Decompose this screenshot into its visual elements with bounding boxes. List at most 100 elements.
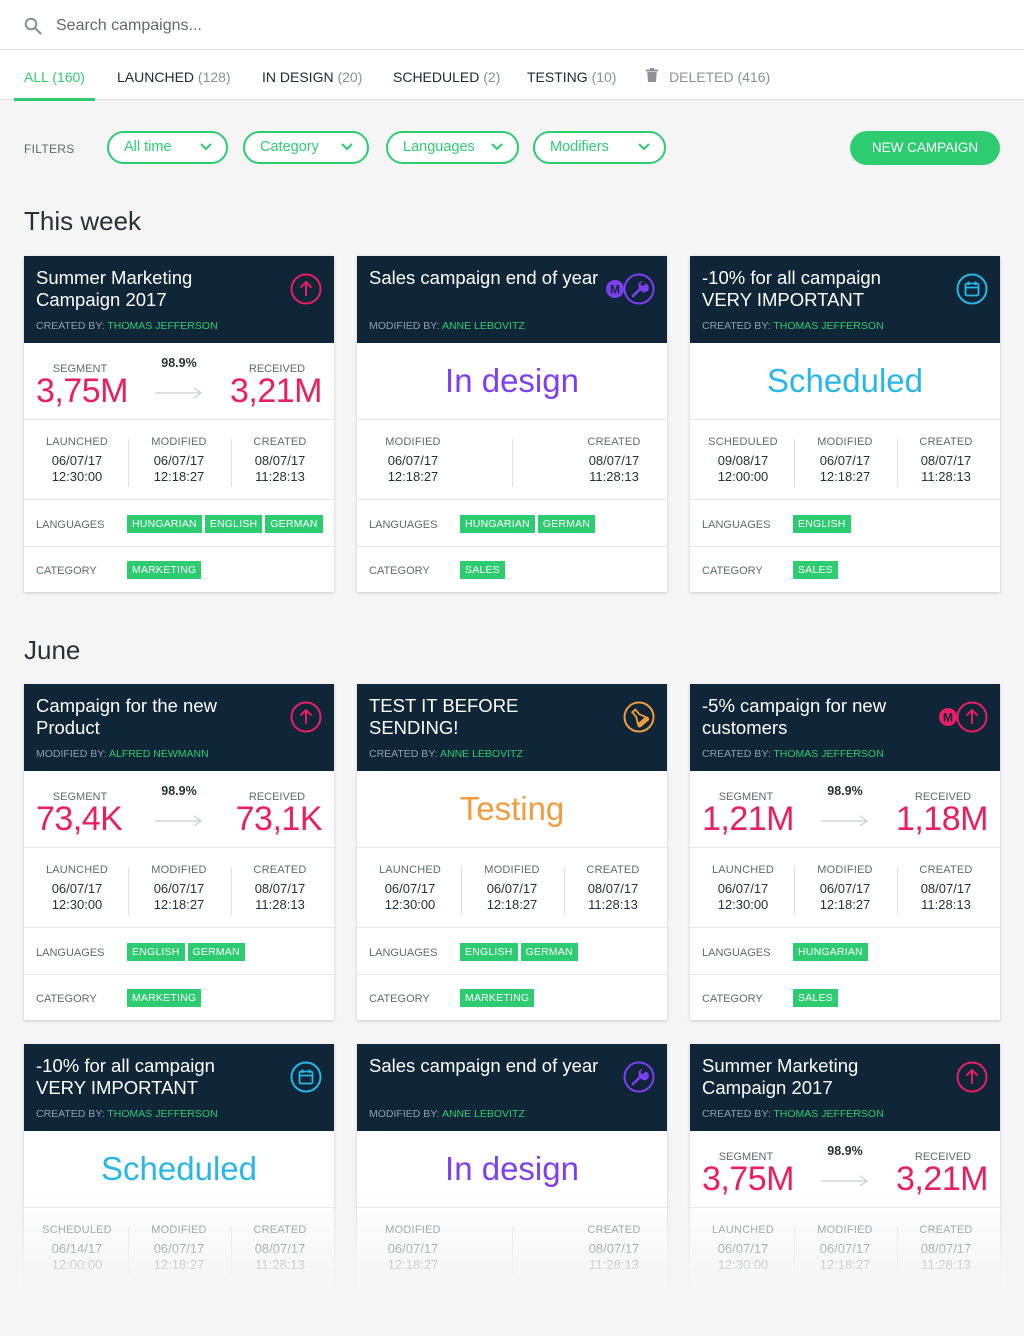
campaign-title[interactable]: Sales campaign end of year xyxy=(369,267,599,289)
calendar-icon[interactable] xyxy=(956,273,988,305)
category-label: CATEGORY xyxy=(36,993,97,1005)
wrench-icon[interactable] xyxy=(623,1061,655,1093)
tab-count: (416) xyxy=(737,69,771,85)
category-tag[interactable]: MARKETING xyxy=(460,989,535,1007)
meta-label: CREATED BY: xyxy=(36,1108,105,1120)
tab-launched[interactable]: LAUNCHED (128) xyxy=(117,50,231,100)
tab-testing[interactable]: TESTING (10) xyxy=(527,50,616,100)
language-tag[interactable]: GERMAN xyxy=(265,515,323,533)
divider xyxy=(24,499,334,500)
campaign-title[interactable]: -10% for all campaign VERY IMPORTANT xyxy=(36,1055,266,1099)
arrow-up-icon[interactable]: M xyxy=(938,701,988,733)
divider xyxy=(690,927,1000,928)
tab-scheduled[interactable]: SCHEDULED (2) xyxy=(393,50,500,100)
svg-text:M: M xyxy=(610,283,620,297)
date-value: 06/07/17 xyxy=(153,453,205,468)
search-input[interactable] xyxy=(56,13,656,39)
tab-all[interactable]: ALL (160) xyxy=(14,50,95,101)
category-tag[interactable]: SALES xyxy=(793,561,838,579)
card-header: -10% for all campaign VERY IMPORTANT CREA… xyxy=(690,256,1000,343)
arrow-up-icon[interactable] xyxy=(290,273,322,305)
category-tag[interactable]: MARKETING xyxy=(127,989,202,1007)
date-column: LAUNCHED 06/07/1712:30:00 xyxy=(27,864,127,913)
campaign-card[interactable]: -5% campaign for new customers CREATED BY… xyxy=(690,684,1000,1020)
language-tag[interactable]: ENGLISH xyxy=(460,943,518,961)
divider xyxy=(24,419,334,420)
card-meta: CREATED BY: THOMAS JEFFERSON xyxy=(702,320,884,332)
status-label: In design xyxy=(445,1150,579,1187)
author-name: THOMAS JEFFERSON xyxy=(773,320,884,332)
date-column: CREATED 08/07/1711:28:13 xyxy=(230,864,330,913)
card-header: -5% campaign for new customers CREATED BY… xyxy=(690,684,1000,771)
language-tag[interactable]: GERMAN xyxy=(187,943,245,961)
search-icon xyxy=(24,17,42,35)
filters-label: FILTERS xyxy=(24,142,75,156)
campaign-card[interactable]: Campaign for the new Product MODIFIED BY:… xyxy=(24,684,334,1020)
language-tag[interactable]: HUNGARIAN xyxy=(460,515,535,533)
date-value: 08/07/17 xyxy=(588,453,640,468)
language-tag[interactable]: GERMAN xyxy=(520,943,578,961)
campaign-title[interactable]: Campaign for the new Product xyxy=(36,695,266,739)
campaign-title[interactable]: TEST IT BEFORE SENDING! xyxy=(369,695,599,739)
date-label: CREATED xyxy=(919,436,973,448)
tab-count: (160) xyxy=(52,69,85,85)
languages-label: LANGUAGES xyxy=(369,519,438,531)
campaign-title[interactable]: Summer Marketing Campaign 2017 xyxy=(702,1055,932,1099)
campaign-title[interactable]: -5% campaign for new customers xyxy=(702,695,932,739)
card-header: Summer Marketing Campaign 2017 CREATED BY… xyxy=(690,1044,1000,1131)
language-tags: HUNGARIAN GERMAN xyxy=(460,514,598,533)
date-column: LAUNCHED 06/07/1712:30:00 xyxy=(27,436,127,485)
received-value: 3,21M xyxy=(230,372,323,410)
language-tag[interactable]: ENGLISH xyxy=(127,943,185,961)
language-tag[interactable]: ENGLISH xyxy=(204,515,263,533)
card-header: Sales campaign end of year MODIFIED BY: A… xyxy=(357,1044,667,1131)
filter-time[interactable]: All time xyxy=(107,131,228,164)
campaign-card[interactable]: -10% for all campaign VERY IMPORTANT CREA… xyxy=(690,256,1000,592)
category-tag[interactable]: MARKETING xyxy=(127,561,202,579)
author-name: ANNE LEBOVITZ xyxy=(441,320,525,332)
date-column: CREATED 08/07/1711:28:13 xyxy=(563,864,663,913)
filter-languages[interactable]: Languages xyxy=(386,131,519,164)
language-tag[interactable]: HUNGARIAN xyxy=(793,943,868,961)
language-tag[interactable]: GERMAN xyxy=(537,515,596,533)
campaign-title[interactable]: Summer Marketing Campaign 2017 xyxy=(36,267,266,311)
new-campaign-button[interactable]: NEW CAMPAIGN xyxy=(850,131,1000,165)
campaign-card[interactable]: Summer Marketing Campaign 2017 CREATED BY… xyxy=(24,256,334,592)
card-meta: MODIFIED BY: ALFRED NEWMANN xyxy=(36,748,209,760)
author-name: THOMAS JEFFERSON xyxy=(107,320,218,332)
time-value: 12:30:00 xyxy=(384,897,436,912)
delivery-rate: 98.9% xyxy=(827,1144,863,1158)
campaign-card[interactable]: Sales campaign end of year MODIFIED BY: A… xyxy=(357,256,667,592)
category-tag[interactable]: SALES xyxy=(793,989,838,1007)
arrow-up-icon[interactable] xyxy=(956,1061,988,1093)
tab-label: TESTING xyxy=(527,69,588,85)
divider xyxy=(357,847,667,848)
category-tag[interactable]: SALES xyxy=(460,561,505,579)
campaign-card[interactable]: TEST IT BEFORE SENDING! CREATED BY: ANNE … xyxy=(357,684,667,1020)
filter-modifiers[interactable]: Modifiers xyxy=(533,131,666,164)
date-value: 06/07/17 xyxy=(717,881,769,896)
arrow-right-icon xyxy=(155,387,203,399)
category-tags: SALES xyxy=(793,560,841,579)
language-tag[interactable]: ENGLISH xyxy=(793,515,851,533)
wrench-icon[interactable]: M xyxy=(605,273,655,305)
date-column: MODIFIED 06/07/1712:18:27 xyxy=(363,436,463,485)
language-tag[interactable]: HUNGARIAN xyxy=(127,515,202,533)
calendar-icon[interactable] xyxy=(290,1061,322,1093)
campaign-title[interactable]: Sales campaign end of year xyxy=(369,1055,599,1077)
date-column: MODIFIED 06/07/1712:18:27 xyxy=(462,864,562,913)
category-label: CATEGORY xyxy=(702,565,763,577)
date-label: MODIFIED xyxy=(484,864,540,876)
author-name: ANNE LEBOVITZ xyxy=(440,748,523,760)
filter-category[interactable]: Category xyxy=(243,131,369,164)
tab-in-design[interactable]: IN DESIGN (20) xyxy=(262,50,362,100)
arrow-right-icon xyxy=(821,815,869,827)
date-label: CREATED xyxy=(253,436,307,448)
tab-deleted[interactable]: DELETED (416) xyxy=(646,50,770,100)
date-column: LAUNCHED 06/07/1712:30:00 xyxy=(360,864,460,913)
flask-icon[interactable] xyxy=(623,701,655,733)
card-meta: CREATED BY: THOMAS JEFFERSON xyxy=(702,748,884,760)
arrow-up-icon[interactable] xyxy=(290,701,322,733)
campaign-title[interactable]: -10% for all campaign VERY IMPORTANT xyxy=(702,267,932,311)
divider xyxy=(794,439,795,487)
